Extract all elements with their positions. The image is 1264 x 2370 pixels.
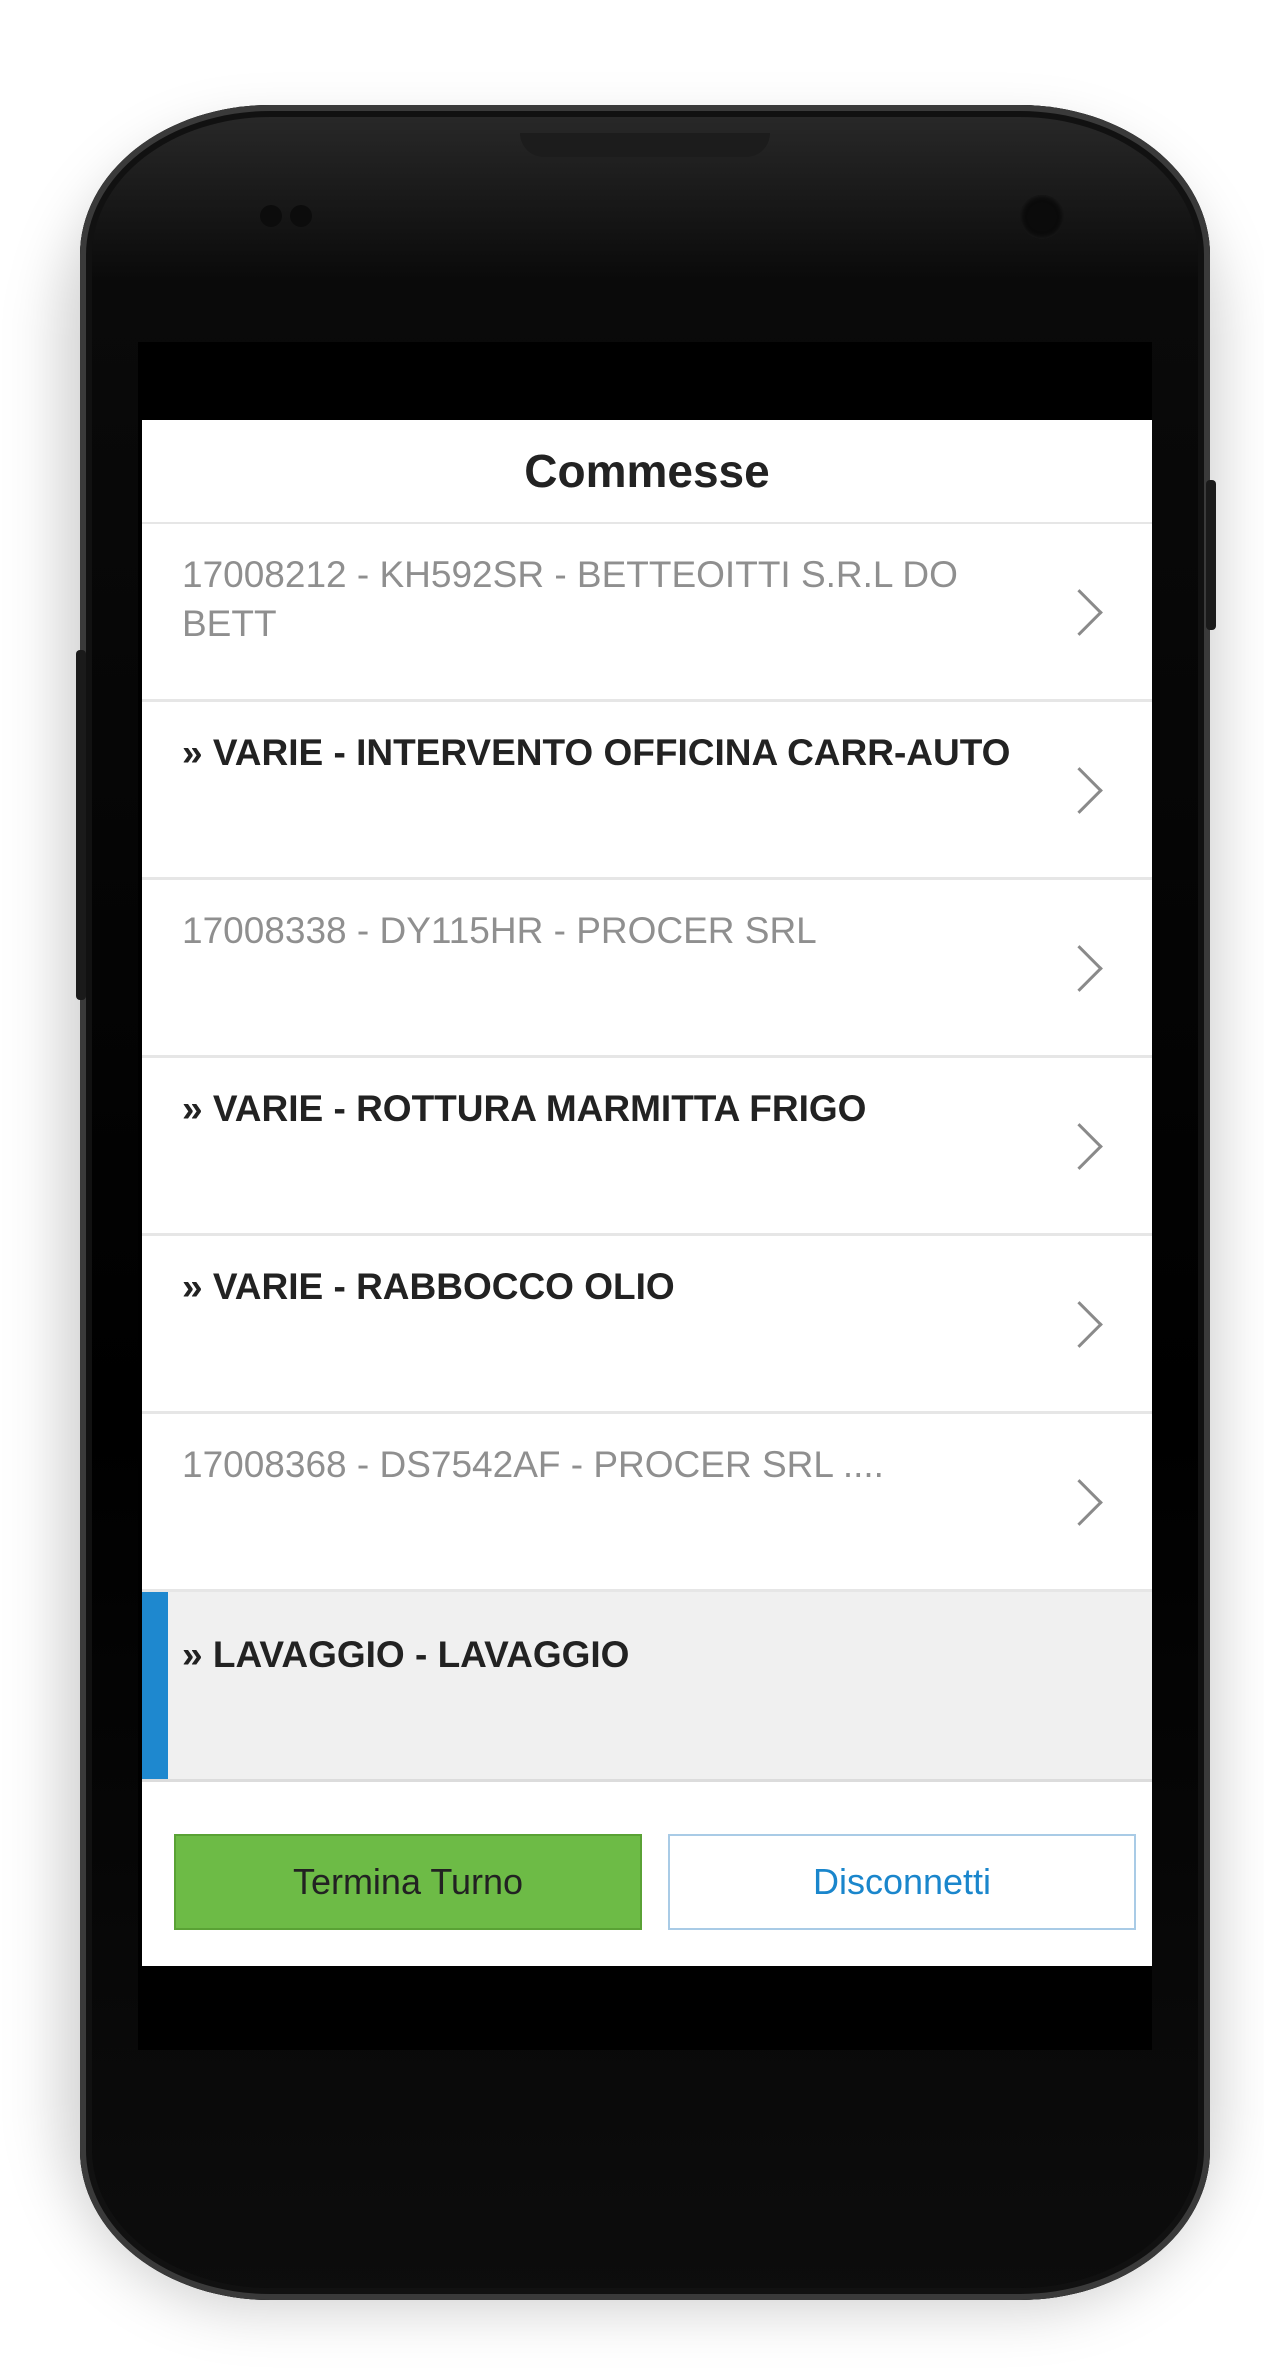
list-item[interactable]: 17008212 - KH592SR - BETTEOITTI S.R.L DO…	[142, 524, 1152, 702]
list-item-label: » VARIE - RABBOCCO OLIO	[182, 1266, 675, 1307]
list-item[interactable]: » VARIE - ROTTURA MARMITTA FRIGO	[142, 1058, 1152, 1236]
list-item-label: » VARIE - INTERVENTO OFFICINA CARR-AUTO	[182, 732, 1011, 773]
commesse-list: 17008212 - KH592SR - BETTEOITTI S.R.L DO…	[142, 524, 1152, 1782]
list-item[interactable]: » VARIE - RABBOCCO OLIO	[142, 1236, 1152, 1414]
chevron-right-icon	[1056, 1479, 1103, 1526]
dialog-title: Commesse	[142, 420, 1152, 524]
list-item[interactable]: 17008368 - DS7542AF - PROCER SRL ....	[142, 1414, 1152, 1592]
selection-indicator	[142, 1592, 168, 1779]
list-item-label: 17008338 - DY115HR - PROCER SRL	[182, 910, 817, 951]
list-item[interactable]: » VARIE - INTERVENTO OFFICINA CARR-AUTO	[142, 702, 1152, 880]
volume-button	[76, 650, 86, 1000]
list-item[interactable]: 17008338 - DY115HR - PROCER SRL	[142, 880, 1152, 1058]
sensor-dot	[260, 205, 282, 227]
chevron-right-icon	[1056, 1123, 1103, 1170]
list-item-label: » LAVAGGIO - LAVAGGIO	[182, 1634, 630, 1675]
speaker-grille	[520, 133, 770, 157]
list-item-label: 17008368 - DS7542AF - PROCER SRL ....	[182, 1444, 884, 1485]
front-camera	[1020, 195, 1064, 239]
chevron-right-icon	[1056, 767, 1103, 814]
dialog-footer: Termina Turno Disconnetti	[142, 1794, 1152, 1966]
chevron-right-icon	[1056, 1301, 1103, 1348]
chevron-right-icon	[1056, 945, 1103, 992]
list-item-label: » VARIE - ROTTURA MARMITTA FRIGO	[182, 1088, 867, 1129]
end-shift-button[interactable]: Termina Turno	[174, 1834, 642, 1930]
chevron-right-icon	[1056, 589, 1103, 636]
sensor-dot	[290, 205, 312, 227]
list-item-selected[interactable]: » LAVAGGIO - LAVAGGIO	[142, 1592, 1152, 1782]
commesse-dialog: Commesse 17008212 - KH592SR - BETTEOITTI…	[142, 420, 1152, 1966]
disconnect-button[interactable]: Disconnetti	[668, 1834, 1136, 1930]
list-item-label: 17008212 - KH592SR - BETTEOITTI S.R.L DO…	[182, 554, 958, 644]
power-button	[1206, 480, 1216, 630]
